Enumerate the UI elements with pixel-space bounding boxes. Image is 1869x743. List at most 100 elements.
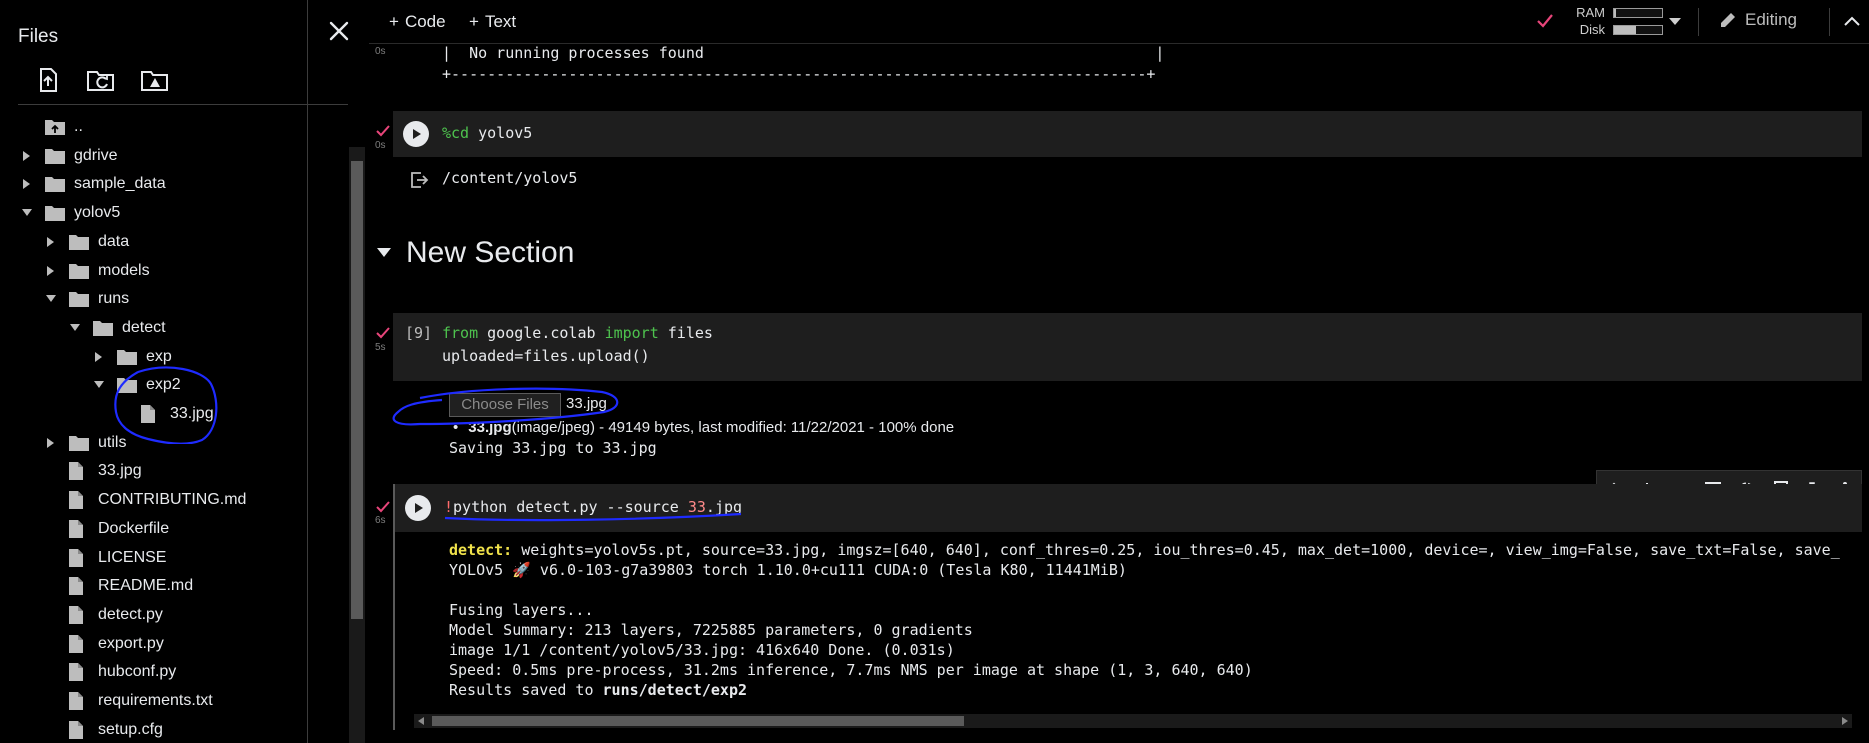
add-code-label: Code (404, 12, 446, 31)
file-tree-item-folder[interactable]: exp (92, 343, 172, 371)
file-tree-item-parent[interactable]: .. (20, 113, 83, 141)
cell-timing: 0s (375, 140, 386, 151)
file-tree-item-label: exp (146, 347, 172, 365)
file-tree-item-file[interactable]: README.md (44, 572, 193, 600)
code-keyword: import (604, 324, 659, 342)
file-tree-item-folder[interactable]: exp2 (92, 371, 181, 399)
chevron-right-icon[interactable] (20, 149, 34, 163)
file-tree-item-file[interactable]: 33.jpg (44, 457, 142, 485)
file-tree-item-file[interactable]: detect.py (44, 601, 163, 629)
file-tree-item-label: gdrive (74, 146, 118, 164)
results-path: runs/detect/exp2 (602, 681, 748, 699)
code-cell-cd[interactable]: %cd yolov5 (393, 111, 1862, 157)
code-line[interactable]: uploaded=files.upload() (442, 347, 650, 365)
add-text-button[interactable]: + Text (469, 12, 516, 32)
file-tree-item-label: utils (98, 433, 127, 451)
bullet: • (453, 419, 459, 436)
mount-drive-icon[interactable] (140, 66, 168, 94)
code-line[interactable]: from google.colab import files (442, 324, 713, 342)
output-line: Fusing layers... (449, 601, 594, 619)
file-tree-item-file[interactable]: hubconf.py (44, 658, 176, 686)
file-tree-item-file[interactable]: Dockerfile (44, 515, 169, 543)
file-tree-item-file[interactable]: requirements.txt (44, 687, 213, 715)
output-text: Saving 33.jpg to 33.jpg (449, 439, 657, 457)
close-icon[interactable] (326, 18, 352, 44)
sidebar-title: Files (18, 26, 59, 47)
add-text-label: Text (484, 12, 517, 31)
file-tree-item-label: exp2 (146, 376, 181, 394)
output-scroll-region[interactable]: detect: weights=yolov5s.pt, source=33.jp… (449, 541, 1859, 711)
connected-check-icon (1537, 14, 1553, 28)
collapse-header-icon[interactable] (1844, 16, 1860, 26)
chevron-down-icon[interactable] (44, 292, 58, 306)
choose-files-button[interactable]: Choose Files (449, 393, 561, 417)
file-tree-item-label: detect (122, 318, 166, 336)
folder-icon (116, 347, 138, 367)
ram-label: RAM (1576, 5, 1605, 20)
editing-label: Editing (1745, 10, 1797, 29)
folder-icon (68, 289, 90, 309)
disk-meter-fill (1614, 26, 1636, 34)
run-cell-button[interactable] (405, 495, 431, 521)
file-tree-item-folder[interactable]: data (44, 228, 129, 256)
run-cell-button[interactable] (403, 121, 429, 147)
file-browser-sidebar: Files .. gdrive sample_data yolov5 data model… (0, 0, 365, 743)
scrollbar-thumb[interactable] (351, 161, 363, 619)
scrollbar-thumb[interactable] (432, 716, 964, 726)
chevron-right-icon[interactable] (44, 235, 58, 249)
file-tree-item-file[interactable]: export.py (44, 630, 164, 658)
code-line[interactable]: %cd yolov5 (442, 124, 532, 142)
chevron-down-icon[interactable] (68, 321, 82, 335)
output-label: detect: (449, 541, 513, 559)
file-tree-item-file[interactable]: LICENSE (44, 544, 166, 572)
notebook-main: + Code + Text RAM Disk Editing 0s | No r… (369, 0, 1869, 743)
code-arg: yolov5 (469, 124, 533, 142)
execution-count: [9] (405, 324, 433, 342)
code-cell-upload[interactable]: [9] from google.colab import files uploa… (393, 313, 1862, 381)
refresh-folder-icon[interactable] (86, 66, 114, 94)
file-icon (68, 662, 90, 682)
chevron-right-icon[interactable] (44, 264, 58, 278)
section-title[interactable]: New Section (406, 236, 574, 270)
output-horizontal-scrollbar[interactable] (414, 714, 1852, 728)
folder-icon (68, 261, 90, 281)
chevron-right-icon[interactable] (44, 436, 58, 450)
output-redirect-icon[interactable] (409, 170, 429, 190)
code-line[interactable]: !python detect.py --source 33.jpg (444, 498, 742, 516)
chevron-right-icon[interactable] (20, 177, 34, 191)
chevron-down-icon[interactable] (20, 206, 34, 220)
file-tree-item-file[interactable]: 33.jpg (116, 400, 214, 428)
folder-icon (68, 433, 90, 453)
code-cell-detect[interactable]: !python detect.py --source 33.jpg (393, 484, 1862, 532)
executed-check-icon (376, 125, 390, 137)
chevron-down-icon[interactable] (92, 378, 106, 392)
add-code-button[interactable]: + Code (389, 12, 446, 32)
folder-icon (68, 232, 90, 252)
file-tree-item-folder[interactable]: utils (44, 429, 126, 457)
chevron-right-icon[interactable] (92, 350, 106, 364)
section-collapse-icon[interactable] (377, 248, 391, 258)
file-tree-item-file[interactable]: CONTRIBUTING.md (44, 486, 246, 514)
dropdown-arrow-icon[interactable] (1669, 18, 1681, 26)
file-tree-item-folder[interactable]: yolov5 (20, 199, 120, 227)
file-tree-item-folder[interactable]: detect (68, 314, 166, 342)
file-icon (68, 490, 90, 510)
file-tree-scrollbar[interactable] (349, 147, 365, 743)
toolbar-divider (1698, 8, 1699, 36)
upload-file-icon[interactable] (34, 66, 62, 94)
file-tree-item-folder[interactable]: models (44, 257, 150, 285)
file-tree-item-file[interactable]: setup.cfg (44, 716, 163, 743)
file-tree-item-folder[interactable]: gdrive (20, 142, 118, 170)
editing-mode-button[interactable]: Editing (1719, 10, 1797, 30)
executed-check-icon (376, 327, 390, 339)
scroll-right-icon[interactable] (1841, 717, 1849, 725)
file-tree-item-folder[interactable]: runs (44, 285, 129, 313)
code-text: python detect.py --source (453, 498, 688, 516)
scroll-left-icon[interactable] (417, 717, 425, 725)
file-tree-item-folder[interactable]: sample_data (20, 170, 166, 198)
